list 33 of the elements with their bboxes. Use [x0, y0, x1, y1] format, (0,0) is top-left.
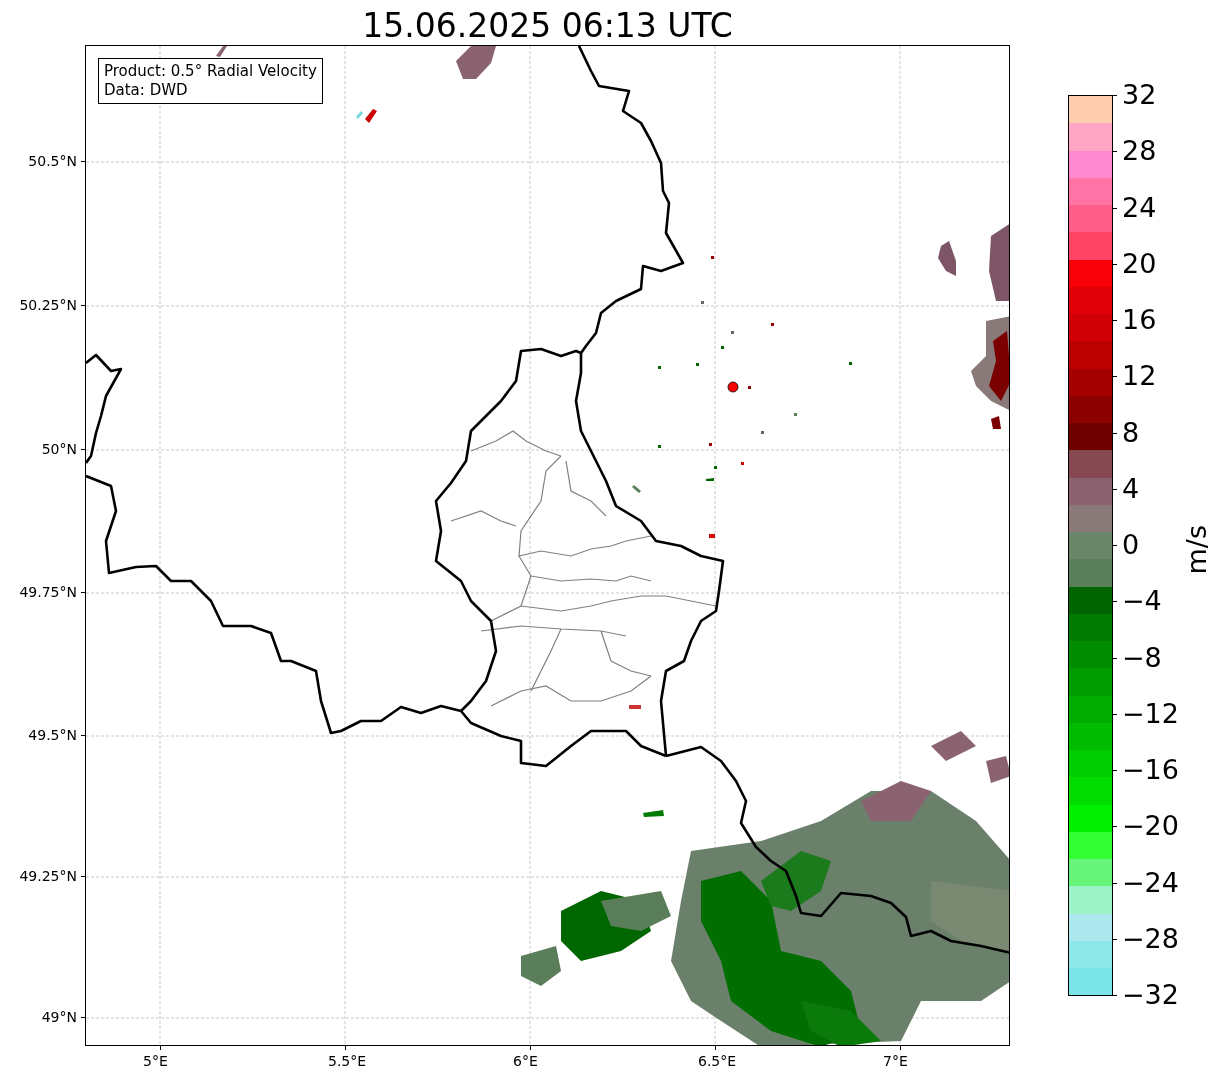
colorbar-tick-label: 8 — [1122, 418, 1140, 446]
colorbar-tick-label: 0 — [1122, 531, 1140, 558]
axis-tick-label: 6°E — [513, 1054, 538, 1068]
colorbar-tick-label: −20 — [1122, 812, 1179, 840]
axis-tick-label: 50°N — [41, 442, 77, 456]
info-text: Data: DWD — [104, 81, 189, 100]
axis-tick-label: 50.25°N — [19, 298, 77, 312]
info-text: Product: 0.5° Radial Velocity — [104, 62, 317, 81]
colorbar-tick-label: 24 — [1122, 193, 1157, 221]
axis-tick-label: 5°E — [143, 1054, 168, 1068]
colorbar-label: m/s — [1183, 525, 1210, 575]
axis-tick-label: 49.25°N — [19, 869, 77, 883]
colorbar-tick-label: 20 — [1122, 249, 1157, 277]
axis-tick-label: 49°N — [41, 1010, 77, 1024]
axis-tick-label: 7°E — [883, 1054, 908, 1068]
axis-tick-label: 6.5°E — [698, 1054, 737, 1068]
colorbar-tick-label: −12 — [1122, 699, 1179, 727]
colorbar-tick-label: −8 — [1122, 643, 1162, 671]
colorbar-tick-label: −28 — [1122, 924, 1179, 952]
colorbar-tick-label: −16 — [1122, 756, 1179, 783]
axis-tick-label: 50.5°N — [28, 154, 77, 168]
colorbar-tick-label: −32 — [1122, 981, 1179, 1008]
colorbar-tick-label: 32 — [1122, 81, 1157, 108]
chart-title: 15.06.2025 06:13 UTC — [361, 5, 734, 45]
colorbar-tick-label: −4 — [1122, 587, 1162, 615]
colorbar-tick-label: 4 — [1122, 474, 1140, 502]
axis-tick-label: 5.5°E — [328, 1054, 367, 1068]
colorbar-tick-label: 16 — [1122, 306, 1157, 333]
colorbar-tick-label: 12 — [1122, 362, 1157, 390]
axis-tick-label: 49.5°N — [28, 728, 77, 742]
colorbar-tick-label: 28 — [1122, 137, 1157, 165]
axis-tick-label: 49.75°N — [19, 585, 77, 599]
colorbar-tick-label: −24 — [1122, 868, 1179, 896]
